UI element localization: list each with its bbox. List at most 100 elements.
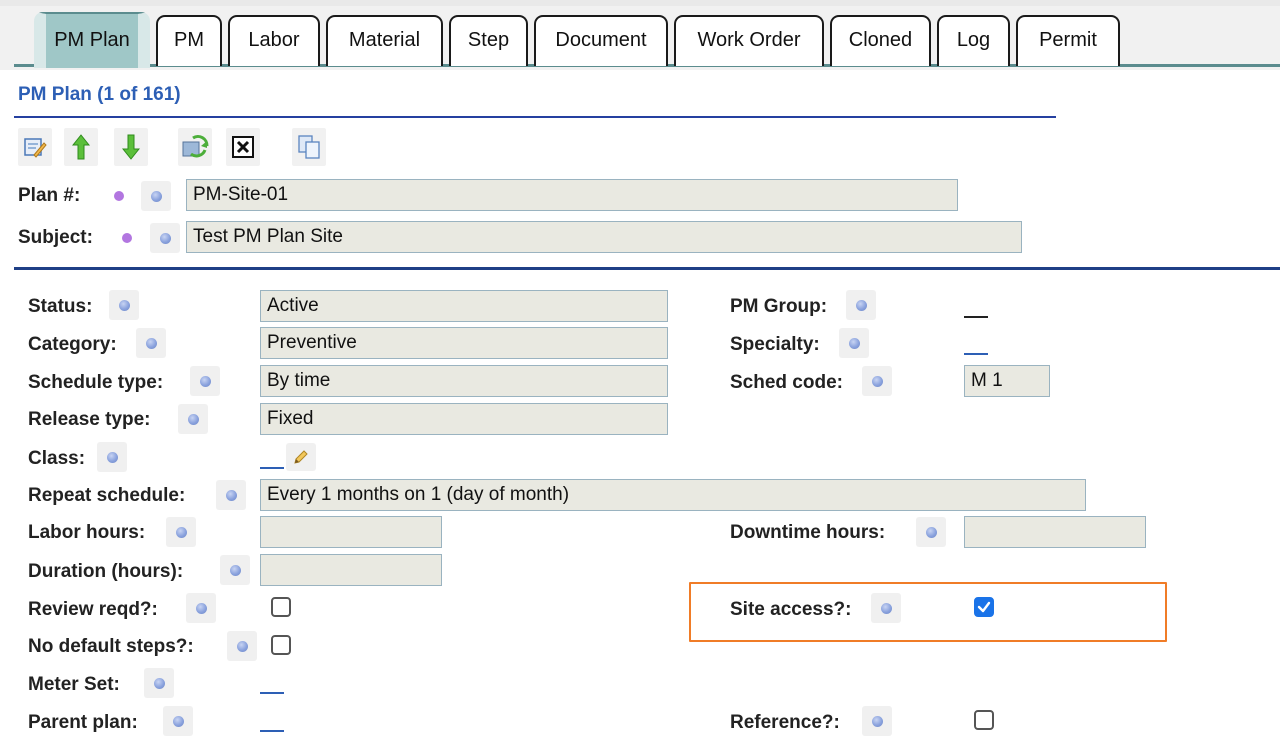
subject-label: Subject: <box>18 227 93 248</box>
copy-icon <box>298 135 320 159</box>
tab-label: PM Plan <box>54 29 130 51</box>
info-icon <box>871 375 883 387</box>
refresh-button[interactable] <box>178 128 212 166</box>
site-access-checkbox[interactable] <box>974 597 994 617</box>
header-divider <box>14 116 1056 118</box>
review-reqd-checkbox[interactable] <box>271 597 291 617</box>
status-field[interactable]: Active <box>260 290 668 322</box>
repeat-schedule-field[interactable]: Every 1 months on 1 (day of month) <box>260 479 1086 511</box>
status-label: Status: <box>28 296 93 317</box>
meter-set-label: Meter Set: <box>28 674 120 695</box>
info-icon <box>150 190 162 202</box>
tab-cloned[interactable]: Cloned <box>830 15 931 66</box>
subject-field[interactable]: Test PM Plan Site <box>186 221 1022 253</box>
labor-hours-field[interactable] <box>260 516 442 548</box>
class-edit-button[interactable] <box>286 443 316 471</box>
tab-step[interactable]: Step <box>449 15 528 66</box>
parent-plan-label: Parent plan: <box>28 712 138 733</box>
class-label: Class: <box>28 448 86 469</box>
info-icon <box>145 337 157 349</box>
no-default-steps-info-button[interactable] <box>227 631 257 661</box>
edit-icon <box>24 138 47 158</box>
tab-material[interactable]: Material <box>326 15 443 66</box>
info-icon <box>106 451 118 463</box>
info-icon <box>187 413 199 425</box>
downtime-hours-label: Downtime hours: <box>730 522 886 543</box>
class-info-button[interactable] <box>97 442 127 472</box>
tab-label: Permit <box>1039 29 1097 51</box>
schedule-type-field[interactable]: By time <box>260 365 668 397</box>
tab-document[interactable]: Document <box>534 15 668 66</box>
subject-info-button[interactable] <box>150 223 180 253</box>
site-access-label: Site access?: <box>730 599 852 620</box>
info-icon <box>172 715 184 727</box>
tab-permit[interactable]: Permit <box>1016 15 1120 66</box>
tab-work-order[interactable]: Work Order <box>674 15 824 66</box>
tab-bar: PM Plan PM Labor Material Step Document … <box>0 0 1280 70</box>
site-access-info-button[interactable] <box>871 593 901 623</box>
meter-set-info-button[interactable] <box>144 668 174 698</box>
tab-label: Step <box>467 29 510 51</box>
info-icon <box>195 602 207 614</box>
info-icon <box>118 299 130 311</box>
reference-label: Reference?: <box>730 712 840 733</box>
top-strip <box>0 0 1280 6</box>
sched-code-info-button[interactable] <box>862 366 892 396</box>
specialty-lookup-link[interactable] <box>964 353 988 355</box>
pm-group-value <box>964 316 988 318</box>
required-indicator <box>114 191 124 201</box>
pm-group-label: PM Group: <box>730 296 828 317</box>
labor-hours-info-button[interactable] <box>166 517 196 547</box>
checkmark-icon <box>977 601 991 613</box>
tab-label: Document <box>555 29 647 51</box>
schedule-type-label: Schedule type: <box>28 372 164 393</box>
labor-hours-label: Labor hours: <box>28 522 146 543</box>
tab-label: Log <box>956 29 991 51</box>
class-lookup-link[interactable] <box>260 467 284 469</box>
info-icon <box>199 375 211 387</box>
status-info-button[interactable] <box>109 290 139 320</box>
move-up-button[interactable] <box>64 128 98 166</box>
meter-set-lookup-link[interactable] <box>260 692 284 694</box>
specialty-info-button[interactable] <box>839 328 869 358</box>
refresh-icon <box>182 134 209 158</box>
parent-plan-info-button[interactable] <box>163 706 193 736</box>
reference-info-button[interactable] <box>862 706 892 736</box>
release-type-info-button[interactable] <box>178 404 208 434</box>
no-default-steps-label: No default steps?: <box>28 636 194 657</box>
move-down-button[interactable] <box>114 128 148 166</box>
downtime-hours-field[interactable] <box>964 516 1146 548</box>
duration-hours-field[interactable] <box>260 554 442 586</box>
category-info-button[interactable] <box>136 328 166 358</box>
plan-number-info-button[interactable] <box>141 181 171 211</box>
downtime-hours-info-button[interactable] <box>916 517 946 547</box>
sched-code-field[interactable]: M 1 <box>964 365 1050 397</box>
repeat-schedule-label: Repeat schedule: <box>28 485 186 506</box>
info-icon <box>159 232 171 244</box>
tab-label: Cloned <box>848 29 913 51</box>
info-icon <box>236 640 248 652</box>
tab-label: Material <box>348 29 421 51</box>
no-default-steps-checkbox[interactable] <box>271 635 291 655</box>
category-field[interactable]: Preventive <box>260 327 668 359</box>
plan-number-field[interactable]: PM-Site-01 <box>186 179 958 211</box>
duration-hours-info-button[interactable] <box>220 555 250 585</box>
tab-log[interactable]: Log <box>937 15 1010 66</box>
review-reqd-info-button[interactable] <box>186 593 216 623</box>
copy-button[interactable] <box>292 128 326 166</box>
info-icon <box>855 299 867 311</box>
parent-plan-lookup-link[interactable] <box>260 730 284 732</box>
delete-button[interactable] <box>226 128 260 166</box>
schedule-type-info-button[interactable] <box>190 366 220 396</box>
repeat-schedule-info-button[interactable] <box>216 480 246 510</box>
tab-pm[interactable]: PM <box>156 15 222 66</box>
reference-checkbox[interactable] <box>974 710 994 730</box>
edit-button[interactable] <box>18 128 52 166</box>
release-type-field[interactable]: Fixed <box>260 403 668 435</box>
category-label: Category: <box>28 334 117 355</box>
pm-group-info-button[interactable] <box>846 290 876 320</box>
tab-pm-plan[interactable]: PM Plan <box>34 12 150 68</box>
duration-hours-label: Duration (hours): <box>28 561 184 582</box>
tab-labor[interactable]: Labor <box>228 15 320 66</box>
tab-label: Labor <box>248 29 300 51</box>
